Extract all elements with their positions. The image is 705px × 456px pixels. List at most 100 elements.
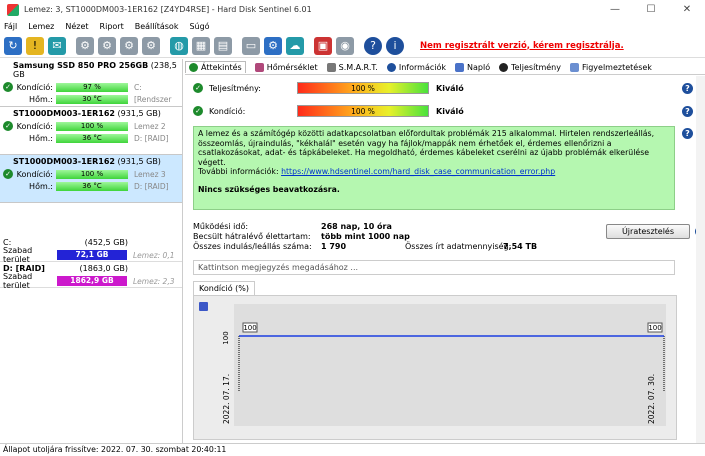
health-label: Kondíció: xyxy=(16,169,53,179)
help-icon[interactable]: ? xyxy=(364,36,382,55)
health-status: ✓ Kondíció: 100 % Kiváló xyxy=(193,104,464,118)
health-text: Kiváló xyxy=(436,106,464,116)
written-label: Összes írt adatmennyiség: xyxy=(405,242,512,251)
temp-bar: 30 °C xyxy=(56,94,128,104)
health-label: Kondíció: xyxy=(16,121,53,131)
tab-alerts[interactable]: Figyelmeztetések xyxy=(569,62,652,72)
disk-item[interactable]: ST1000DM003-1ER162 (931,5 GB) ✓ Kondíció… xyxy=(0,107,182,155)
close-button[interactable]: ✕ xyxy=(669,0,705,19)
disk-item-selected[interactable]: ST1000DM003-1ER162 (931,5 GB) ✓ Kondíció… xyxy=(0,155,182,203)
menu-help[interactable]: Súgó xyxy=(189,22,209,31)
point-label: 100 xyxy=(243,324,256,332)
disk-tools-icon[interactable]: ⚙ xyxy=(120,36,138,55)
health-bar: 100 % xyxy=(56,169,128,179)
minimize-button[interactable]: — xyxy=(597,0,633,19)
report-icon[interactable]: ▭ xyxy=(242,36,260,55)
disk-item[interactable]: Samsung SSD 850 PRO 256GB (238,5 GB ✓ Ko… xyxy=(0,59,182,107)
save-icon[interactable] xyxy=(199,302,208,311)
settings-icon[interactable]: ⚙ xyxy=(264,36,282,55)
toolbar: ↻ ! ✉ ⚙ ⚙ ⚙ ⚙ ◍ ▦ ▤ ▭ ⚙ ☁ ▣ ◉ ? i Nem re… xyxy=(0,34,705,58)
overview-panel: ✓ Teljesítmény: 100 % Kiváló ? ✓ Kondíci… xyxy=(185,76,705,443)
disk-name: ST1000DM003-1ER162 xyxy=(13,109,115,118)
window-title: Lemez: 3, ST1000DM003-1ER162 [Z4YD4RSE] … xyxy=(24,5,312,14)
register-link[interactable]: Nem regisztrált verzió, kérem regisztrál… xyxy=(420,41,624,51)
retest-button[interactable]: Újratesztelés xyxy=(606,224,690,239)
volume-item[interactable]: Szabad terület 72,1 GB Lemez: 0,1 xyxy=(0,246,182,264)
written-value: 7,54 TB xyxy=(503,242,538,251)
more-info-link[interactable]: https://www.hdsentinel.com/hard_disk_cas… xyxy=(281,167,555,176)
volume-item[interactable]: Szabad terület 1862,9 GB Lemez: 2,3 xyxy=(0,272,182,290)
menu-disk[interactable]: Lemez xyxy=(28,22,54,31)
network-disk-icon[interactable]: ▦ xyxy=(192,36,210,55)
health-chart: 100 100 100 2022. 07. 17. 2022. 07. 30. xyxy=(193,295,677,440)
action-text: Nincs szükséges beavatkozásra. xyxy=(198,184,340,194)
tab-smart[interactable]: S.M.A.R.T. xyxy=(326,62,378,72)
status-bar: Állapot utoljára frissítve: 2022. 07. 30… xyxy=(0,443,705,456)
performance-text: Kiváló xyxy=(436,83,464,93)
info-icon[interactable]: i xyxy=(386,36,404,55)
temp-label: Hőm.: xyxy=(29,94,53,104)
backup-icon[interactable]: ☁ xyxy=(286,36,304,55)
disk-surface-icon[interactable]: ⚙ xyxy=(98,36,116,55)
chart-svg: 100 100 100 2022. 07. 17. 2022. 07. 30. xyxy=(222,304,666,426)
status-message-box: A lemez és a számítógép közötti adatkapc… xyxy=(193,126,675,210)
chart-plot-bg xyxy=(234,304,666,426)
monitor-icon[interactable]: ▣ xyxy=(314,36,332,55)
disk-role: D: [RAID] xyxy=(134,133,169,143)
print-icon[interactable]: ▤ xyxy=(214,36,232,55)
health-bar: 100 % xyxy=(56,121,128,131)
check-icon xyxy=(189,63,198,72)
mail-icon[interactable]: ✉ xyxy=(48,36,66,55)
message-text: A lemez és a számítógép közötti adatkapc… xyxy=(198,129,655,167)
free-space-label: Szabad terület xyxy=(3,246,33,264)
temp-bar: 36 °C xyxy=(56,133,128,143)
menu-view[interactable]: Nézet xyxy=(65,22,88,31)
thermometer-icon xyxy=(254,62,264,72)
disk-role: [Rendszer xyxy=(134,94,172,104)
tab-overview[interactable]: Áttekintés xyxy=(185,61,246,73)
remaining-life-label: Becsült hátralévő élettartam: xyxy=(193,232,311,241)
check-icon: ✓ xyxy=(3,169,13,179)
disk-size: (931,5 GB) xyxy=(117,109,161,118)
chart-tab-health[interactable]: Kondíció (%) xyxy=(193,281,256,295)
menu-bar: Fájl Lemez Nézet Riport Beállítások Súgó xyxy=(0,19,705,33)
disk-size: (931,5 GB) xyxy=(117,157,161,166)
disk-list-panel: Samsung SSD 850 PRO 256GB (238,5 GB ✓ Ko… xyxy=(0,59,183,443)
help-icon[interactable]: ? xyxy=(682,106,693,117)
performance-status: ✓ Teljesítmény: 100 % Kiváló xyxy=(193,81,464,95)
tab-performance[interactable]: Teljesítmény xyxy=(499,62,561,72)
uptime-label: Működési idő: xyxy=(193,222,249,231)
note-input[interactable]: Kattintson megjegyzés megadásához ... xyxy=(193,260,675,275)
globe-icon[interactable]: ◍ xyxy=(170,36,188,55)
health-bar: 97 % xyxy=(56,82,128,92)
tab-information[interactable]: Információk xyxy=(386,62,446,72)
disk-repair-icon[interactable]: ⚙ xyxy=(142,36,160,55)
check-icon: ✓ xyxy=(3,121,13,131)
volume-size: (452,5 GB) xyxy=(84,238,128,247)
app-icon xyxy=(7,3,19,16)
drive-letter: C: xyxy=(134,82,142,92)
help-icon[interactable]: ? xyxy=(682,128,693,139)
tab-temperature[interactable]: Hőmérséklet xyxy=(254,62,318,72)
disk-test-icon[interactable]: ⚙ xyxy=(76,36,94,55)
maximize-button[interactable]: ☐ xyxy=(633,0,669,19)
help-icon[interactable]: ? xyxy=(682,83,693,94)
tab-log[interactable]: Napló xyxy=(455,62,490,72)
y-tick-label: 100 xyxy=(222,331,230,344)
menu-file[interactable]: Fájl xyxy=(4,22,17,31)
disk-info-icon[interactable]: ◉ xyxy=(336,36,354,55)
refresh-icon[interactable]: ↻ xyxy=(4,36,22,55)
vertical-scrollbar[interactable] xyxy=(696,76,705,443)
alert-icon[interactable]: ! xyxy=(26,36,44,55)
disk-name: ST1000DM003-1ER162 xyxy=(13,157,115,166)
menu-report[interactable]: Riport xyxy=(100,22,124,31)
menu-settings[interactable]: Beállítások xyxy=(135,22,179,31)
remaining-life-value: több mint 1000 nap xyxy=(321,232,410,241)
temp-label: Hőm.: xyxy=(29,133,53,143)
disk-role: D: [RAID] xyxy=(134,181,169,191)
volume-size: (1863,0 GB) xyxy=(79,264,128,273)
power-cycles-label: Összes indulás/leállás száma: xyxy=(193,242,312,251)
gauge-icon xyxy=(499,62,509,72)
performance-bar: 100 % xyxy=(297,82,429,94)
temp-label: Hőm.: xyxy=(29,181,53,191)
